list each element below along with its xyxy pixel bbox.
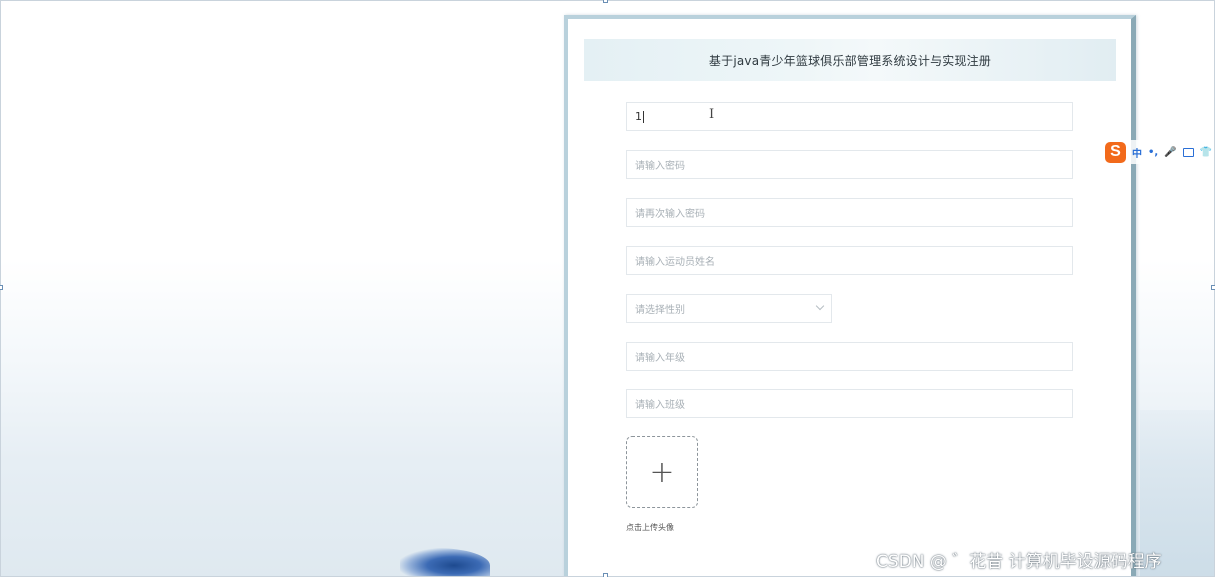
ime-mode-toggle[interactable]: 中: [1132, 145, 1142, 160]
resize-handle-top[interactable]: [603, 0, 608, 3]
class-placeholder: 请输入班级: [635, 400, 685, 411]
username-input[interactable]: 1 I: [626, 102, 1073, 131]
resize-handle-right[interactable]: [1211, 285, 1215, 290]
microphone-icon[interactable]: 🎤: [1164, 147, 1176, 158]
register-header: 基于java青少年篮球俱乐部管理系统设计与实现注册: [584, 39, 1116, 81]
athlete-name-input[interactable]: 请输入运动员姓名: [626, 246, 1073, 275]
athlete-name-placeholder: 请输入运动员姓名: [635, 257, 715, 268]
password-input[interactable]: 请输入密码: [626, 150, 1073, 179]
class-input[interactable]: 请输入班级: [626, 389, 1073, 418]
page-title: 基于java青少年篮球俱乐部管理系统设计与实现注册: [708, 53, 992, 68]
avatar-upload-hint: 点击上传头像: [626, 523, 674, 532]
avatar-upload-button[interactable]: +: [626, 436, 698, 508]
username-value: 1: [635, 110, 642, 123]
sogou-logo-icon[interactable]: S: [1105, 141, 1126, 163]
watermark-text: CSDN @ ゛花昔 计算机毕设源码程序: [876, 552, 1162, 572]
ibeam-cursor-icon: I: [709, 107, 715, 122]
skin-icon[interactable]: 👕: [1200, 147, 1212, 158]
confirm-password-input[interactable]: 请再次输入密码: [626, 198, 1073, 227]
register-card: 基于java青少年篮球俱乐部管理系统设计与实现注册 1 I 请输入密码 请再次输…: [564, 15, 1136, 577]
punctuation-icon[interactable]: •,: [1148, 147, 1158, 158]
resize-handle-bottom[interactable]: [603, 573, 608, 577]
confirm-password-placeholder: 请再次输入密码: [635, 209, 705, 220]
chevron-down-icon: [815, 301, 825, 311]
grade-placeholder: 请输入年级: [635, 353, 685, 364]
gender-placeholder: 请选择性别: [635, 305, 685, 316]
plus-icon: +: [649, 454, 675, 490]
gender-select[interactable]: 请选择性别: [626, 294, 832, 323]
ime-toolbar[interactable]: S 中 •, 🎤 👕: [1105, 140, 1215, 164]
password-placeholder: 请输入密码: [635, 161, 685, 172]
decorative-splash-image: [400, 548, 490, 577]
keyboard-icon[interactable]: [1182, 147, 1194, 157]
resize-handle-left[interactable]: [0, 285, 3, 290]
text-caret: [643, 110, 644, 123]
grade-input[interactable]: 请输入年级: [626, 342, 1073, 371]
